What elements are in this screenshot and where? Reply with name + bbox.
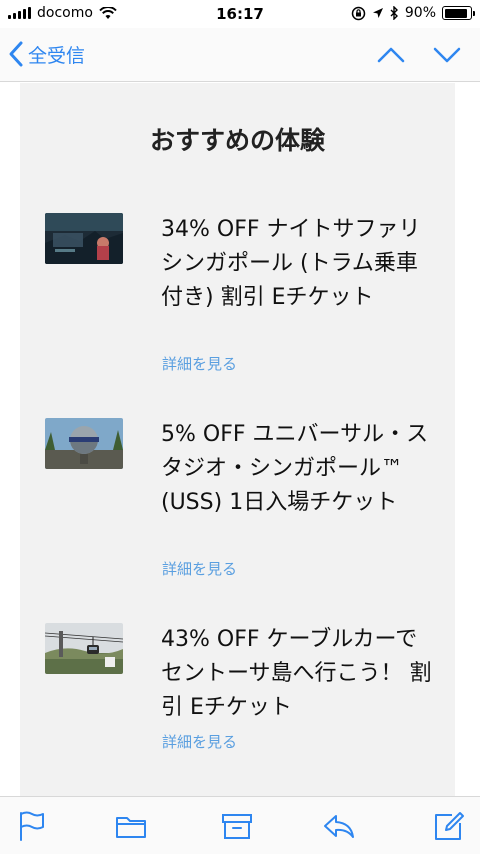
- archive-icon[interactable]: [220, 809, 254, 843]
- back-button[interactable]: 全受信: [8, 40, 85, 68]
- experience-title[interactable]: 34% OFF ナイトサファリ シンガポール (トラム乗車付き) 割引 Eチケッ…: [161, 213, 433, 315]
- battery-icon: [442, 6, 475, 20]
- cable-car-photo[interactable]: [45, 623, 123, 674]
- back-button-label: 全受信: [28, 44, 86, 67]
- next-message-button[interactable]: [432, 40, 462, 70]
- previous-message-button[interactable]: [376, 40, 406, 70]
- experience-title[interactable]: 43% OFF ケーブルカーでセントーサ島へ行こう！ 割引 Eチケット: [161, 623, 433, 725]
- details-link[interactable]: 詳細を見る: [162, 353, 237, 374]
- battery-fill: [444, 8, 467, 18]
- reply-icon[interactable]: [322, 809, 356, 843]
- orientation-lock-icon: [351, 6, 366, 20]
- section-title: おすすめの体験: [149, 126, 325, 155]
- message-body: おすすめの体験 34% OFF ナイトサファリ シンガポール (トラム乗車付き)…: [20, 83, 455, 796]
- status-right: 90%: [351, 5, 475, 21]
- universal-studios-globe-photo[interactable]: [45, 418, 123, 469]
- details-link[interactable]: 詳細を見る: [162, 731, 237, 752]
- navigation-bar: 全受信: [0, 28, 480, 82]
- bottom-toolbar: [0, 796, 480, 854]
- experience-title[interactable]: 5% OFF ユニバーサル・スタジオ・シンガポール™ (USS) 1日入場チケッ…: [161, 418, 433, 520]
- chevron-left-icon: [9, 41, 23, 67]
- flag-icon[interactable]: [14, 809, 48, 843]
- details-link[interactable]: 詳細を見る: [162, 558, 237, 579]
- status-bar: docomo 16:17 90%: [0, 0, 480, 28]
- battery-percent: 90%: [404, 5, 436, 21]
- folder-icon[interactable]: [114, 809, 148, 843]
- message-navigation: [376, 40, 462, 70]
- bluetooth-icon: [390, 6, 398, 20]
- compose-icon[interactable]: [432, 809, 466, 843]
- mail-message-screen: docomo 16:17 90% 全受信 おすすめの体験 34% OFF ナイト…: [0, 0, 480, 854]
- night-safari-photo[interactable]: [45, 213, 123, 264]
- location-icon: [372, 8, 383, 18]
